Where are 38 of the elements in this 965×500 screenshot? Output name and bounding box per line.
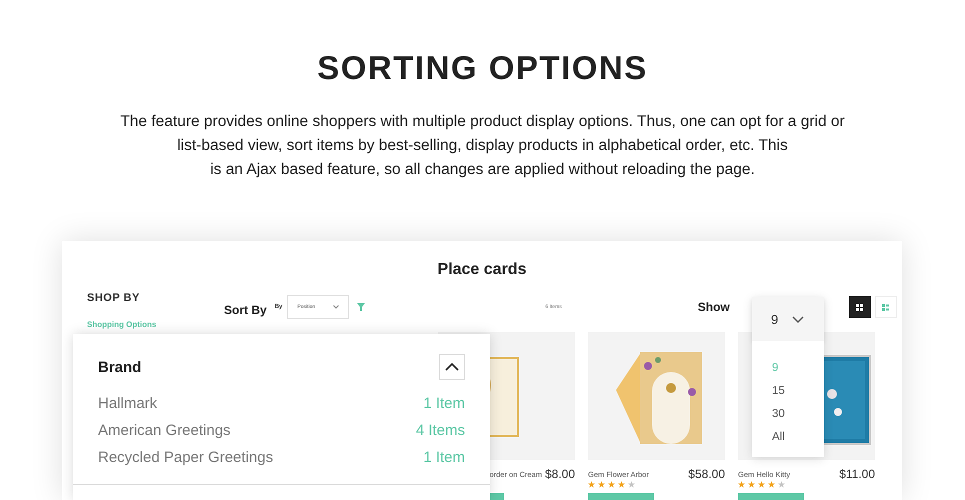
sort-direction-icon[interactable] [357, 303, 366, 311]
chevron-up-icon [445, 363, 459, 371]
brand-option[interactable]: Hallmark [98, 390, 158, 417]
sidebar-title: SHOP BY [87, 292, 140, 304]
limit-option[interactable]: 30 [772, 403, 824, 426]
star-icon [748, 481, 755, 488]
star-icon [598, 481, 605, 488]
star-icon [758, 481, 765, 488]
limit-option[interactable]: 15 [772, 380, 824, 403]
filter-title: Brand [98, 358, 142, 376]
item-count: 1 Item [423, 394, 465, 414]
product-price: $11.00 [839, 467, 875, 481]
chevron-down-icon [792, 316, 804, 322]
star-icon [608, 481, 615, 488]
star-icon [778, 481, 785, 488]
grid-icon [856, 304, 864, 310]
sidebar-subtitle: Shopping Options [87, 320, 156, 329]
list-icon [882, 304, 890, 310]
star-icon [768, 481, 775, 488]
collapse-button[interactable] [439, 354, 465, 380]
product-price: $58.00 [688, 467, 725, 481]
page-title: SORTING OPTIONS [317, 48, 648, 88]
show-label: Show [698, 300, 730, 314]
brand-option[interactable]: Recycled Paper Greetings [98, 444, 274, 471]
product-price: $8.00 [544, 467, 575, 481]
category-title: Place cards [438, 261, 526, 278]
star-icon [588, 481, 595, 488]
description-text: The feature provides online shoppers with multiple product display options. Thus, one can opt for a grid or list-based view, sort items by best-selling, display products in alphabetical order, etc. This is an Ajax based feature, so all changes are applied without reloading the page. [120, 112, 845, 180]
brand-option[interactable]: American Greetings [98, 417, 231, 444]
star-icon [738, 481, 745, 488]
limit-option[interactable]: All [772, 426, 824, 449]
sort-label: Sort By [224, 303, 267, 317]
item-count: 4 Items [416, 421, 465, 441]
star-icon [618, 481, 625, 488]
star-icon [628, 481, 635, 488]
item-count: 1 Item [423, 448, 465, 468]
chevron-down-icon [333, 305, 340, 309]
view-mode-button[interactable] [848, 296, 871, 318]
